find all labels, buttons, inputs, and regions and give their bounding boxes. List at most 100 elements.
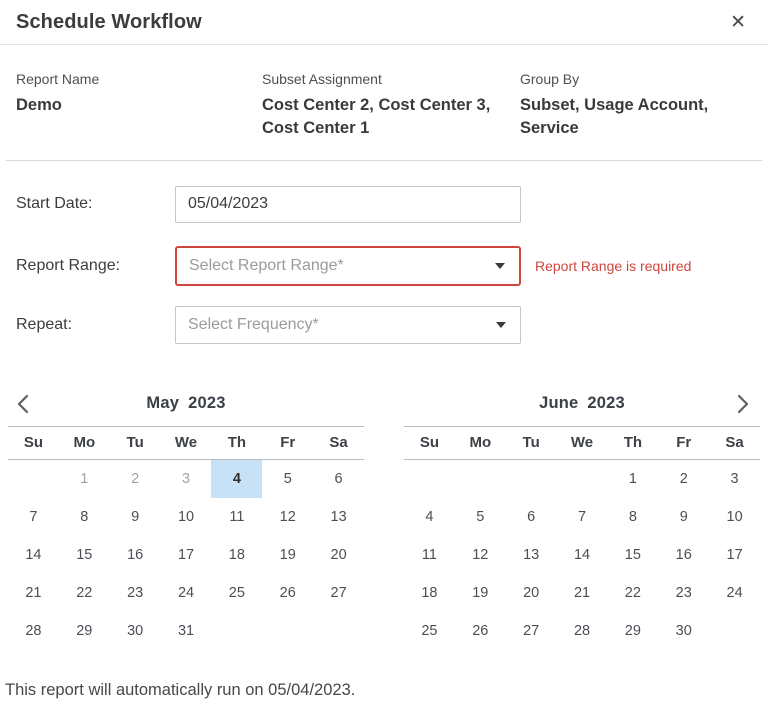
repeat-row: Repeat: Select Frequency* xyxy=(16,306,768,344)
day-cell[interactable]: 5 xyxy=(262,460,313,498)
day-cell[interactable]: 27 xyxy=(506,612,557,650)
day-cell[interactable]: 2 xyxy=(658,460,709,498)
day-cell[interactable]: 6 xyxy=(313,460,364,498)
weekday-label: Tu xyxy=(110,434,161,451)
calendar-week-row: 14151617181920 xyxy=(8,536,364,574)
weekday-label: Su xyxy=(404,434,455,451)
day-cell[interactable]: 31 xyxy=(161,612,212,650)
day-cell[interactable]: 20 xyxy=(506,574,557,612)
day-cell[interactable]: 24 xyxy=(161,574,212,612)
day-cell[interactable]: 14 xyxy=(8,536,59,574)
day-cell[interactable]: 28 xyxy=(8,612,59,650)
subset-assignment-label: Subset Assignment xyxy=(262,71,506,87)
report-range-placeholder: Select Report Range* xyxy=(189,257,344,275)
day-cell[interactable]: 10 xyxy=(709,498,760,536)
close-icon[interactable]: ✕ xyxy=(724,9,752,36)
day-cell[interactable]: 10 xyxy=(161,498,212,536)
day-cell[interactable]: 20 xyxy=(313,536,364,574)
empty-day-cell xyxy=(211,612,262,650)
day-cell[interactable]: 3 xyxy=(709,460,760,498)
day-cell[interactable]: 13 xyxy=(313,498,364,536)
weekday-label: We xyxy=(557,434,608,451)
day-cell[interactable]: 23 xyxy=(658,574,709,612)
day-cell[interactable]: 19 xyxy=(262,536,313,574)
next-month-button[interactable] xyxy=(728,390,756,421)
day-cell[interactable]: 8 xyxy=(607,498,658,536)
day-cell[interactable]: 2 xyxy=(110,460,161,498)
day-cell[interactable]: 13 xyxy=(506,536,557,574)
day-cell[interactable]: 29 xyxy=(59,612,110,650)
day-cell[interactable]: 3 xyxy=(161,460,212,498)
run-note: This report will automatically run on 05… xyxy=(0,681,768,700)
day-cell[interactable]: 23 xyxy=(110,574,161,612)
empty-day-cell xyxy=(8,460,59,498)
day-cell[interactable]: 28 xyxy=(557,612,608,650)
weekday-label: Fr xyxy=(658,434,709,451)
day-cell[interactable]: 11 xyxy=(404,536,455,574)
day-cell[interactable]: 1 xyxy=(59,460,110,498)
day-cell[interactable]: 16 xyxy=(658,536,709,574)
chevron-left-icon xyxy=(12,392,36,416)
group-by-label: Group By xyxy=(520,71,752,87)
day-cell[interactable]: 25 xyxy=(404,612,455,650)
day-cell[interactable]: 18 xyxy=(211,536,262,574)
report-name-label: Report Name xyxy=(16,71,262,87)
calendar-panel: May2023SuMoTuWeThFrSa1234567891011121314… xyxy=(0,382,768,650)
day-cell[interactable]: 4 xyxy=(404,498,455,536)
day-cell[interactable]: 22 xyxy=(59,574,110,612)
weekday-label: Th xyxy=(607,434,658,451)
repeat-placeholder: Select Frequency* xyxy=(188,316,319,334)
chevron-down-icon xyxy=(496,322,506,328)
day-cell[interactable]: 21 xyxy=(8,574,59,612)
day-cell[interactable]: 29 xyxy=(607,612,658,650)
day-cell[interactable]: 27 xyxy=(313,574,364,612)
day-cell[interactable]: 16 xyxy=(110,536,161,574)
day-cell[interactable]: 30 xyxy=(110,612,161,650)
day-cell[interactable]: 26 xyxy=(262,574,313,612)
weekday-label: We xyxy=(161,434,212,451)
report-range-error: Report Range is required xyxy=(535,258,691,274)
day-cell[interactable]: 14 xyxy=(557,536,608,574)
weekday-label: Mo xyxy=(59,434,110,451)
day-cell[interactable]: 26 xyxy=(455,612,506,650)
calendar-week-row: 78910111213 xyxy=(8,498,364,536)
weekday-label: Sa xyxy=(709,434,760,451)
day-cell[interactable]: 30 xyxy=(658,612,709,650)
day-cell[interactable]: 17 xyxy=(161,536,212,574)
day-cell[interactable]: 18 xyxy=(404,574,455,612)
day-cell[interactable]: 15 xyxy=(607,536,658,574)
day-cell[interactable]: 5 xyxy=(455,498,506,536)
day-cell[interactable]: 8 xyxy=(59,498,110,536)
day-cell[interactable]: 7 xyxy=(557,498,608,536)
day-cell[interactable]: 12 xyxy=(262,498,313,536)
empty-day-cell xyxy=(709,612,760,650)
calendar-week-row: 28293031 xyxy=(8,612,364,650)
day-cell[interactable]: 19 xyxy=(455,574,506,612)
day-cell[interactable]: 11 xyxy=(211,498,262,536)
schedule-form: Start Date: Report Range: Select Report … xyxy=(0,186,768,344)
day-cell[interactable]: 9 xyxy=(658,498,709,536)
prev-month-button[interactable] xyxy=(10,390,38,421)
weekday-header: SuMoTuWeThFrSa xyxy=(404,426,760,460)
day-cell[interactable]: 7 xyxy=(8,498,59,536)
day-cell[interactable]: 25 xyxy=(211,574,262,612)
page-title: Schedule Workflow xyxy=(16,11,202,34)
weekday-label: Tu xyxy=(506,434,557,451)
day-cell[interactable]: 21 xyxy=(557,574,608,612)
report-range-label: Report Range: xyxy=(16,257,175,275)
report-summary: Report Name Demo Subset Assignment Cost … xyxy=(0,45,768,160)
selected-day-cell[interactable]: 4 xyxy=(211,460,262,498)
day-cell[interactable]: 15 xyxy=(59,536,110,574)
day-cell[interactable]: 17 xyxy=(709,536,760,574)
report-range-select[interactable]: Select Report Range* xyxy=(175,246,521,286)
repeat-select[interactable]: Select Frequency* xyxy=(175,306,521,344)
weekday-label: Sa xyxy=(313,434,364,451)
chevron-right-icon xyxy=(730,392,754,416)
day-cell[interactable]: 6 xyxy=(506,498,557,536)
day-cell[interactable]: 9 xyxy=(110,498,161,536)
day-cell[interactable]: 22 xyxy=(607,574,658,612)
day-cell[interactable]: 12 xyxy=(455,536,506,574)
start-date-input[interactable] xyxy=(175,186,521,223)
day-cell[interactable]: 24 xyxy=(709,574,760,612)
day-cell[interactable]: 1 xyxy=(607,460,658,498)
